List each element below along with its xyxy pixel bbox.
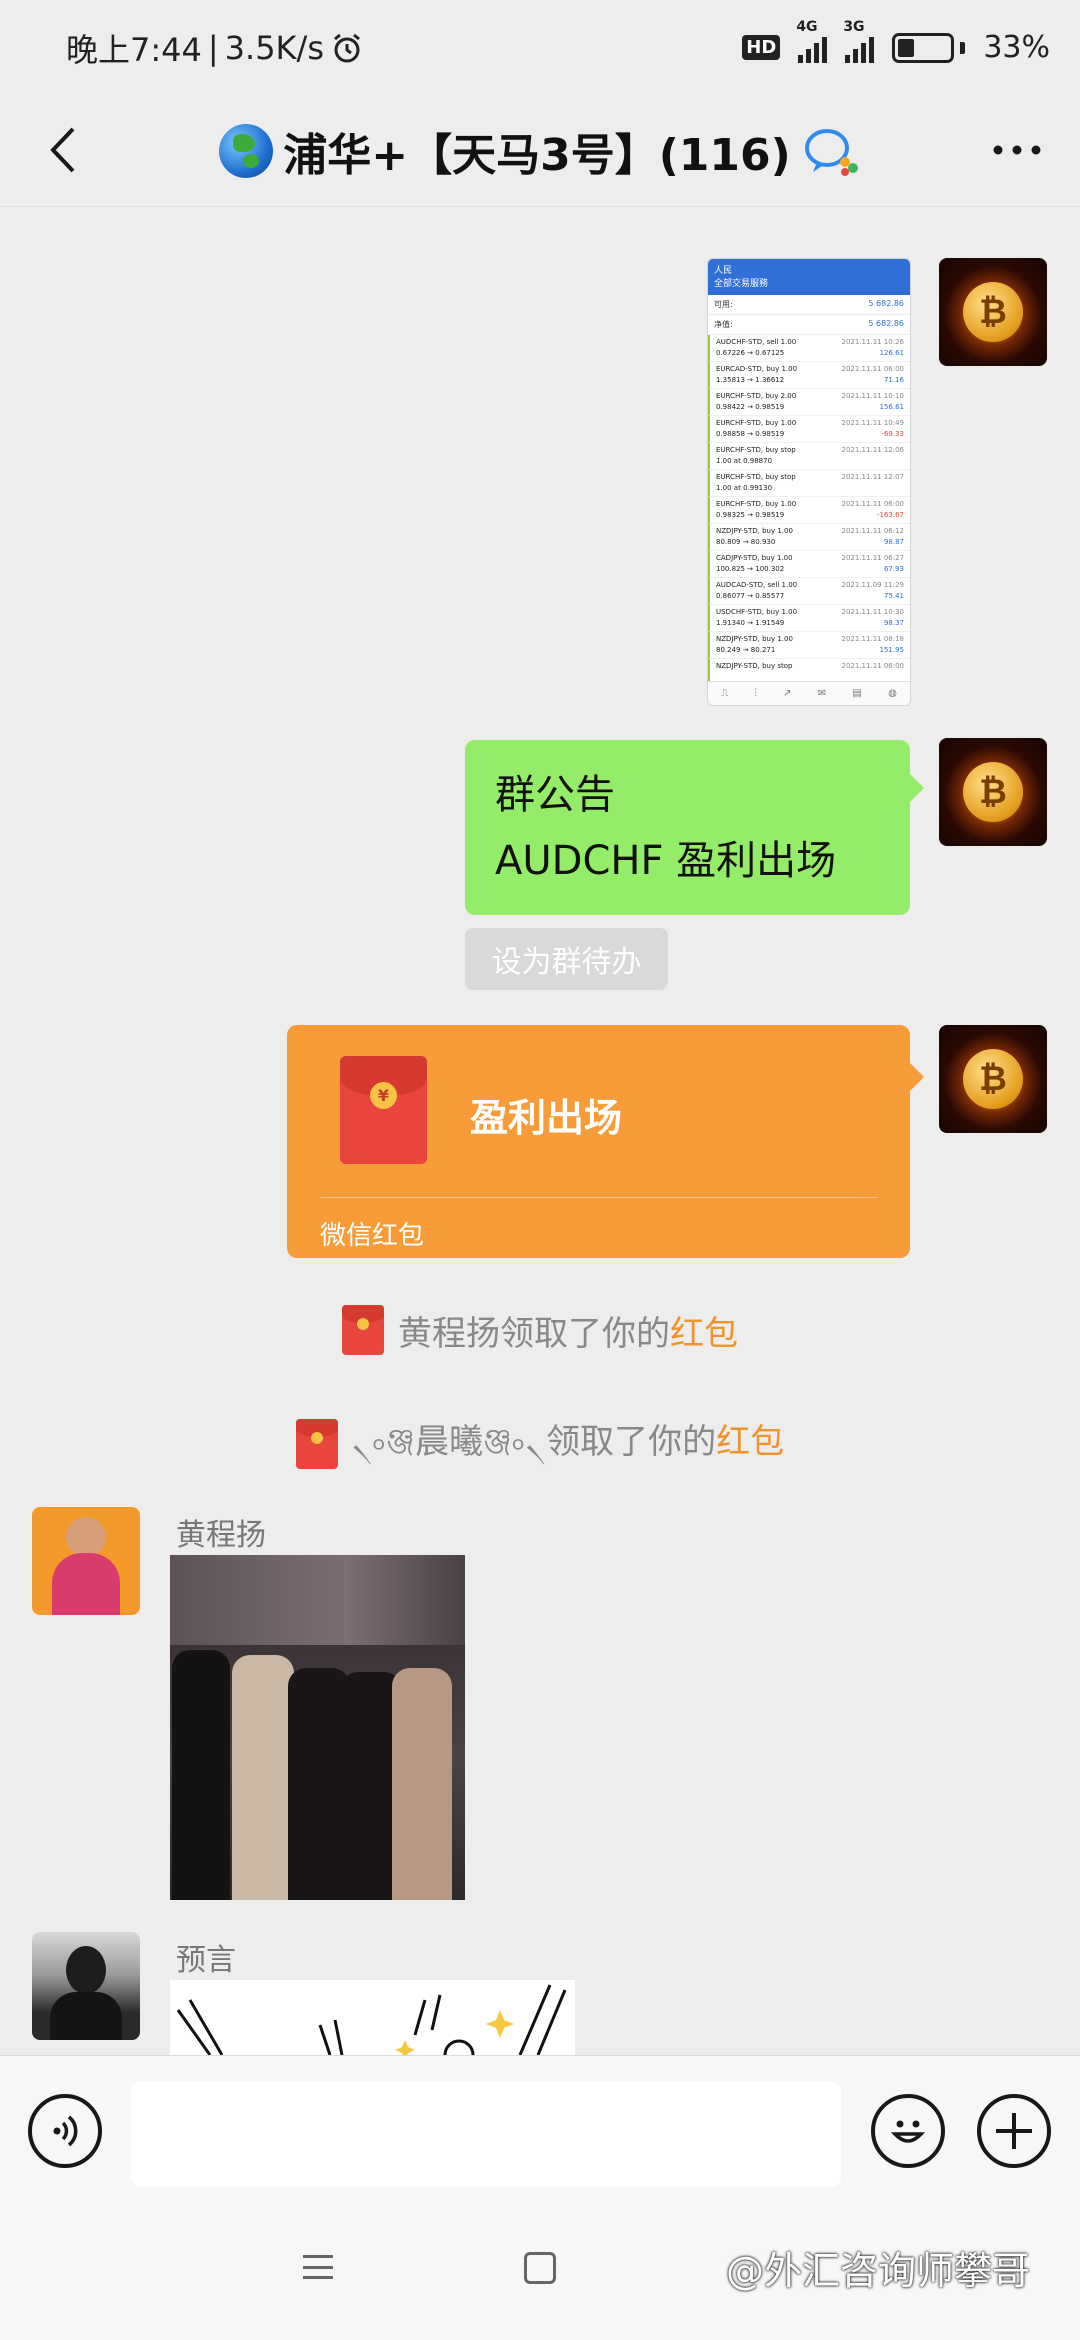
globe-emoji-icon <box>219 123 274 178</box>
sender-name: 黄程扬 <box>176 1518 266 1553</box>
recent-apps-button[interactable] <box>303 2252 333 2282</box>
announcement-title: 群公告 <box>495 772 615 818</box>
signal-4g-icon: 4G <box>796 19 828 63</box>
voice-icon <box>53 2115 78 2147</box>
plus-icon <box>996 2113 1032 2149</box>
screenshot-trade-row: EURCHF-STD, buy stop 1.00 at 0.99130 2021.… <box>708 470 910 497</box>
back-button[interactable] <box>30 117 96 183</box>
screenshot-trade-row: AUDCAD-STD, sell 1.00 0.86077 → 0.85577 20… <box>708 578 910 605</box>
screenshot-trade-row: NZDJPY-STD, buy 1.00 80.809 → 80.930 2021.… <box>708 524 910 551</box>
message-input[interactable] <box>131 2081 841 2187</box>
screenshot-equity: 净值: 5 682.86 <box>708 315 910 335</box>
status-time: 晚上7:44 <box>66 30 202 69</box>
more-button[interactable] <box>984 117 1050 183</box>
bitcoin-icon: ₿ <box>963 762 1023 822</box>
red-packet-icon <box>342 1305 384 1355</box>
smiley-icon <box>890 2120 926 2143</box>
image-message-sticker[interactable] <box>170 1980 575 2055</box>
watermark: @外汇咨询师攀哥 <box>726 2240 1030 2295</box>
hd-badge: HD <box>742 35 781 60</box>
member-avatar[interactable] <box>32 1507 140 1615</box>
red-packet-divider <box>319 1197 878 1198</box>
watermark-text: @外汇咨询师攀哥 <box>726 2249 1031 2293</box>
input-bar <box>0 2055 1080 2210</box>
red-packet-link[interactable]: 红包 <box>670 1314 738 1354</box>
self-avatar[interactable]: ₿ <box>939 258 1047 366</box>
sender-name: 预言 <box>176 1943 236 1978</box>
red-packet-footer: 微信红包 <box>320 1221 425 1251</box>
red-packet-link[interactable]: 红包 <box>716 1422 784 1462</box>
screenshot-balance: 可用: 5 682.86 <box>708 295 910 315</box>
screenshot-trade-row: EURCAD-STD, buy 1.00 1.35813 → 1.36612 202… <box>708 362 910 389</box>
chevron-left-icon <box>50 127 75 173</box>
screenshot-trade-row: EURCHF-STD, buy 1.00 0.98858 → 0.98519 202… <box>708 416 910 443</box>
self-avatar[interactable]: ₿ <box>939 738 1047 846</box>
member-avatar[interactable] <box>32 1932 140 2040</box>
screenshot-trade-row: EURCHF-STD, buy 1.00 0.98325 → 0.98519 202… <box>708 497 910 524</box>
voice-input-button[interactable] <box>28 2094 102 2168</box>
yuan-coin-icon: ¥ <box>370 1082 397 1109</box>
screenshot-trade-row: NZDJPY-STD, buy 1.00 80.249 → 80.271 2021.… <box>708 632 910 659</box>
screenshot-trade-row: AUDCHF-STD, sell 1.00 0.67226 → 0.67125 20… <box>708 335 910 362</box>
chat-title-wrap[interactable]: 浦华+【天马3号】(116) <box>219 119 861 183</box>
more-functions-button[interactable] <box>977 2094 1051 2168</box>
red-packet-icon: ¥ <box>340 1056 427 1164</box>
emoji-button[interactable] <box>871 2094 945 2168</box>
sticker-image <box>176 1984 567 2055</box>
screenshot-header: 人民 全部交易服務 <box>708 259 910 295</box>
image-message-trade-screenshot[interactable]: 人民 全部交易服務 可用: 5 682.86 净值: 5 682.86 AUDCHF… <box>707 258 911 706</box>
screenshot-trade-row: EURCHF-STD, buy stop 1.00 at 0.98870 2021.… <box>708 443 910 470</box>
image-message-photo[interactable] <box>170 1555 465 1900</box>
system-message: 黄程扬领取了你的红包 <box>0 1305 1080 1355</box>
set-group-todo-button[interactable]: 设为群待办 <box>465 928 668 990</box>
battery-percent: 33% <box>983 30 1050 65</box>
screenshot-trade-row: EURCHF-STD, buy 2.00 0.98422 → 0.98519 202… <box>708 389 910 416</box>
self-avatar[interactable]: ₿ <box>939 1025 1047 1133</box>
announcement-body: AUDCHF 盈利出场 <box>495 838 837 884</box>
more-dots-icon <box>993 145 1041 155</box>
wecom-icon <box>804 128 858 176</box>
signal-3g-icon: 3G <box>843 19 875 63</box>
screenshot-trade-row: USDCHF-STD, buy 1.00 1.91340 → 1.91549 202… <box>708 605 910 632</box>
system-nav-bar: @外汇咨询师攀哥 <box>0 2210 1080 2340</box>
status-bar: 晚上7:44 | 3.5K/s HD 4G 3G 33% <box>0 0 1080 95</box>
status-net-speed: 3.5K/s <box>224 28 324 67</box>
screenshot-trade-list: AUDCHF-STD, sell 1.00 0.67226 → 0.67125 20… <box>708 335 910 686</box>
bitcoin-icon: ₿ <box>963 1049 1023 1109</box>
screenshot-toolbar: ⎍ ⫶ ↗ ✉ ▤ ◍ <box>708 681 910 705</box>
announcement-bubble[interactable]: 群公告 AUDCHF 盈利出场 <box>465 740 924 915</box>
home-button[interactable] <box>524 2252 556 2284</box>
battery-icon <box>892 32 966 63</box>
bitcoin-icon: ₿ <box>963 282 1023 342</box>
alarm-icon <box>334 33 360 62</box>
status-separator: | <box>207 28 219 67</box>
chat-header: 浦华+【天马3号】(116) <box>0 95 1080 207</box>
red-packet-title: 盈利出场 <box>470 1096 623 1140</box>
status-left: 晚上7:44 | 3.5K/s <box>66 25 742 71</box>
chat-title: 浦华+【天马3号】(116) <box>283 129 791 181</box>
screenshot-trade-row: CADJPY-STD, buy 1.00 100.825 → 100.302 202… <box>708 551 910 578</box>
system-message: ৲৹ঞ্জ晨曦ঞ্জ৹৲领取了你的红包 <box>0 1414 1080 1473</box>
status-right: HD 4G 3G 33% <box>742 19 1050 65</box>
red-packet-icon <box>295 1418 338 1469</box>
red-packet-message[interactable]: ¥ 盈利出场 微信红包 <box>287 1025 924 1258</box>
